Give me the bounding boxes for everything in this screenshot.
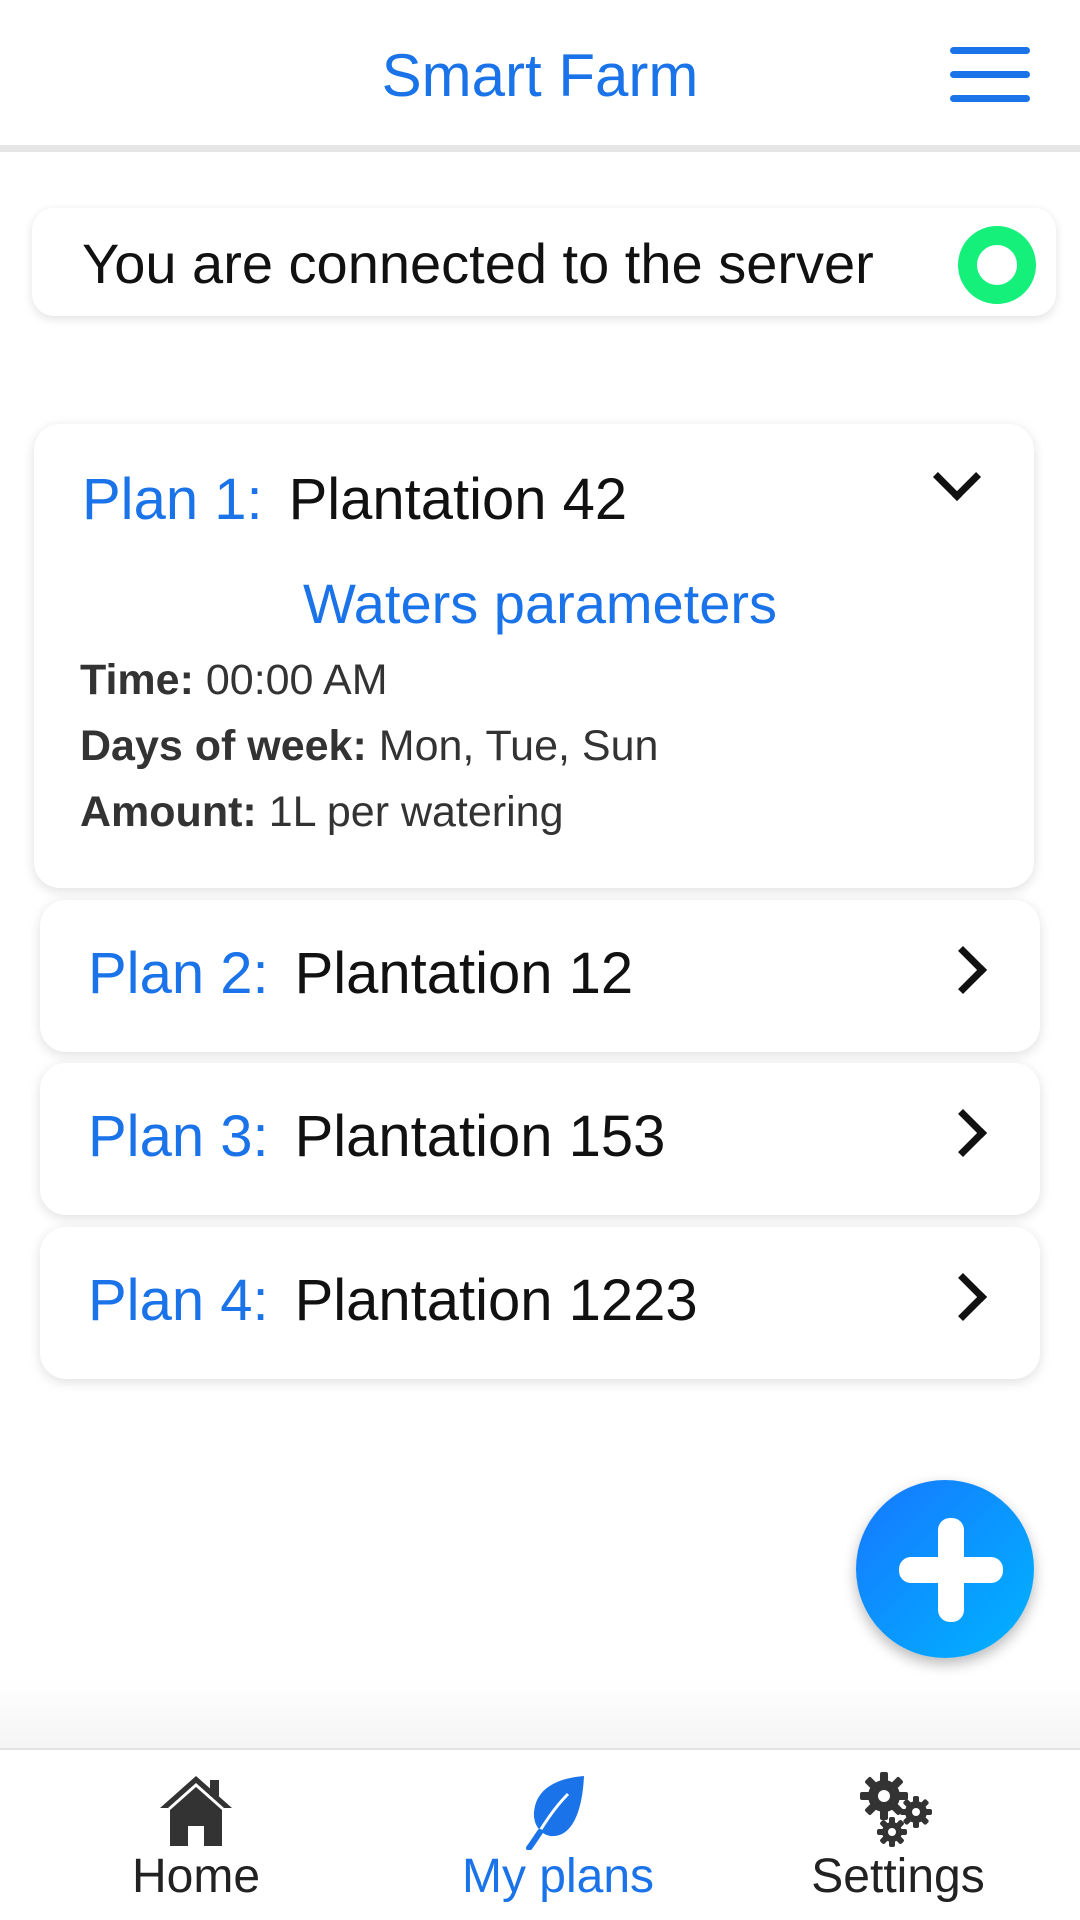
app-header: Smart Farm [0,0,1080,152]
param-key: Days of week: [80,722,367,770]
nav-settings-label: Settings [811,1850,985,1903]
home-icon [160,1776,232,1846]
plan-name: Plantation 42 [288,467,628,532]
param-amount: Amount: 1L per watering [80,786,564,838]
connection-status-text: You are connected to the server [82,232,874,295]
hamburger-menu-icon[interactable] [950,45,1030,105]
app-title: Smart Farm [381,42,699,109]
plan-name: Plantation 153 [294,1104,666,1169]
plan-header-3: Plan 3: Plantation 153 [88,1101,665,1173]
nav-my-plans[interactable]: My plans [408,1750,708,1920]
add-plan-button[interactable] [856,1480,1034,1658]
connection-status-card: You are connected to the server [32,208,1056,316]
plan-label: Plan 2: [88,941,269,1006]
plan-header-2: Plan 2: Plantation 12 [88,938,633,1010]
plan-card-2[interactable]: Plan 2: Plantation 12 [40,900,1040,1052]
nav-my-plans-label: My plans [461,1850,655,1903]
param-key: Amount: [80,788,257,836]
plan-label: Plan 1: [82,467,263,532]
param-days-of-week: Days of week: Mon, Tue, Sun [80,720,658,772]
plan-name: Plantation 1223 [294,1268,698,1333]
water-parameters-title: Waters parameters [302,572,778,635]
connection-status-indicator [958,226,1036,304]
plan-label: Plan 4: [88,1268,269,1333]
plan-header-1: Plan 1: Plantation 42 [82,464,627,536]
app-root: Smart Farm You are connected to the serv… [0,0,1080,1920]
param-key: Time: [80,656,194,704]
nav-home[interactable]: Home [46,1750,346,1920]
nav-home-label: Home [131,1850,261,1903]
param-value: Mon, Tue, Sun [378,722,659,770]
plan-card-4[interactable]: Plan 4: Plantation 1223 [40,1227,1040,1379]
gears-icon [860,1772,932,1847]
param-value: 00:00 AM [205,656,388,704]
plan-card-3[interactable]: Plan 3: Plantation 153 [40,1063,1040,1215]
plan-label: Plan 3: [88,1104,269,1169]
leaf-icon [526,1776,584,1850]
plan-name: Plantation 12 [294,941,634,1006]
param-value: 1L per watering [268,788,564,836]
param-time: Time: 00:00 AM [80,654,388,706]
plan-header-4: Plan 4: Plantation 1223 [88,1265,698,1337]
bottom-navigation: Home My plans Settings [0,1748,1080,1920]
nav-settings[interactable]: Settings [748,1750,1048,1920]
